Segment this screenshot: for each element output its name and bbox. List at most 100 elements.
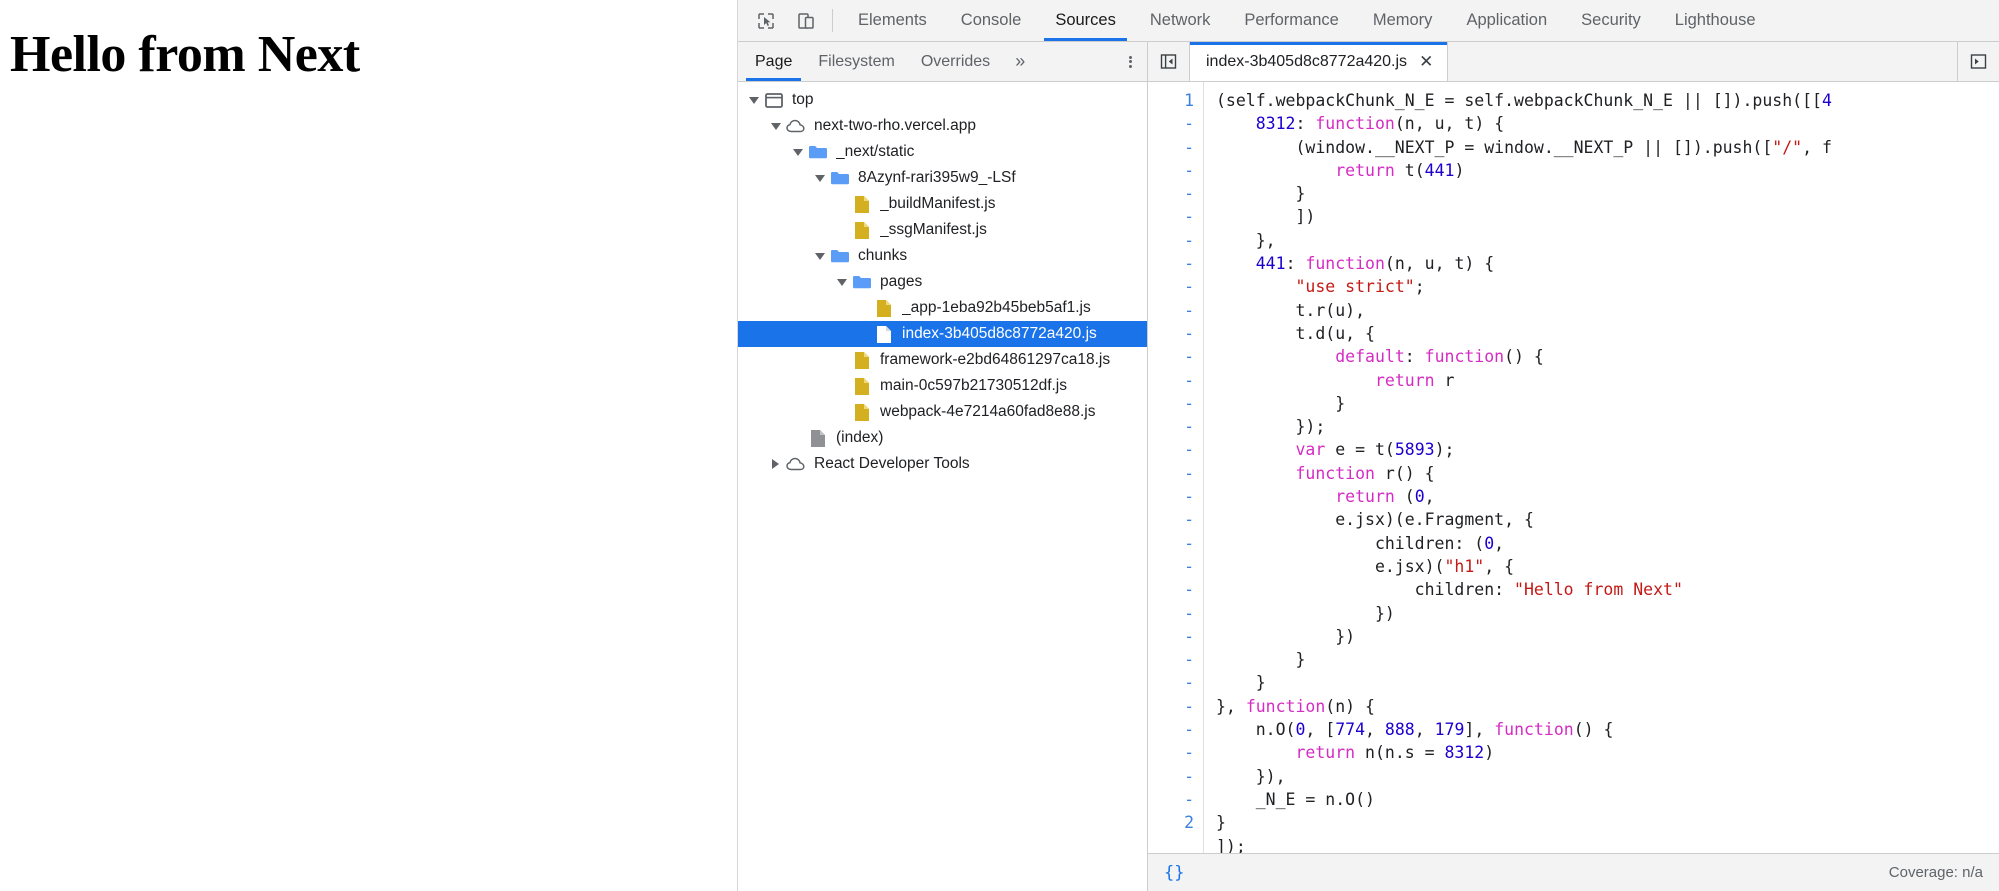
code-line[interactable]: children: "Hello from Next" [1216, 578, 1999, 601]
tab-security[interactable]: Security [1564, 0, 1658, 41]
device-toolbar-icon[interactable] [786, 0, 826, 41]
line-number[interactable]: - [1148, 602, 1194, 625]
code-line[interactable]: }) [1216, 625, 1999, 648]
tree-item[interactable]: framework-e2bd64861297ca18.js [738, 347, 1147, 373]
line-number[interactable]: - [1148, 695, 1194, 718]
chevron-down-icon[interactable] [768, 119, 783, 134]
tab-console[interactable]: Console [944, 0, 1039, 41]
code-line[interactable]: e.jsx)("h1", { [1216, 555, 1999, 578]
code-line[interactable]: return (0, [1216, 485, 1999, 508]
code-content[interactable]: (self.webpackChunk_N_E = self.webpackChu… [1204, 82, 1999, 853]
line-number[interactable]: - [1148, 718, 1194, 741]
code-line[interactable]: ]) [1216, 205, 1999, 228]
tree-item[interactable]: _next/static [738, 139, 1147, 165]
tab-elements[interactable]: Elements [841, 0, 944, 41]
line-number[interactable]: - [1148, 252, 1194, 275]
tree-item[interactable]: _buildManifest.js [738, 191, 1147, 217]
code-line[interactable]: }), [1216, 765, 1999, 788]
tree-item[interactable]: top [738, 87, 1147, 113]
code-line[interactable]: } [1216, 648, 1999, 671]
chevron-down-icon[interactable] [790, 145, 805, 160]
code-line[interactable]: }, [1216, 229, 1999, 252]
line-number[interactable]: - [1148, 625, 1194, 648]
line-number[interactable]: - [1148, 765, 1194, 788]
code-line[interactable]: ]); [1216, 835, 1999, 854]
code-line[interactable]: } [1216, 392, 1999, 415]
close-icon[interactable]: ✕ [1419, 53, 1433, 70]
line-number[interactable]: - [1148, 159, 1194, 182]
tree-item[interactable]: chunks [738, 243, 1147, 269]
line-number[interactable]: - [1148, 275, 1194, 298]
code-line[interactable]: return r [1216, 369, 1999, 392]
code-line[interactable]: var e = t(5893); [1216, 438, 1999, 461]
code-line[interactable]: }, function(n) { [1216, 695, 1999, 718]
code-line[interactable]: } [1216, 182, 1999, 205]
tree-item[interactable]: _app-1eba92b45beb5af1.js [738, 295, 1147, 321]
code-line[interactable]: } [1216, 811, 1999, 834]
more-options-icon[interactable] [1113, 42, 1147, 81]
chevron-down-icon[interactable] [746, 93, 761, 108]
line-number[interactable]: - [1148, 205, 1194, 228]
source-file-tab[interactable]: index-3b405d8c8772a420.js ✕ [1190, 42, 1448, 81]
tab-memory[interactable]: Memory [1356, 0, 1450, 41]
tree-item[interactable]: main-0c597b21730512df.js [738, 373, 1147, 399]
code-line[interactable]: 8312: function(n, u, t) { [1216, 112, 1999, 135]
code-line[interactable]: (self.webpackChunk_N_E = self.webpackChu… [1216, 89, 1999, 112]
chevron-down-icon[interactable] [812, 249, 827, 264]
tree-item[interactable]: (index) [738, 425, 1147, 451]
line-number[interactable]: 1 [1148, 89, 1194, 112]
tree-item[interactable]: webpack-4e7214a60fad8e88.js [738, 399, 1147, 425]
code-line[interactable]: default: function() { [1216, 345, 1999, 368]
line-number[interactable]: - [1148, 462, 1194, 485]
code-line[interactable]: return n(n.s = 8312) [1216, 741, 1999, 764]
tab-lighthouse[interactable]: Lighthouse [1658, 0, 1773, 41]
tree-item[interactable]: React Developer Tools [738, 451, 1147, 477]
pretty-print-button[interactable]: {} [1164, 863, 1184, 883]
tree-item[interactable]: _ssgManifest.js [738, 217, 1147, 243]
code-line[interactable]: t.r(u), [1216, 299, 1999, 322]
tab-sources[interactable]: Sources [1038, 0, 1133, 41]
line-number[interactable]: 2 [1148, 811, 1194, 834]
line-number[interactable]: - [1148, 648, 1194, 671]
code-line[interactable]: t.d(u, { [1216, 322, 1999, 345]
line-number[interactable]: - [1148, 741, 1194, 764]
chevron-down-icon[interactable] [812, 171, 827, 186]
tab-application[interactable]: Application [1449, 0, 1564, 41]
tree-item[interactable]: pages [738, 269, 1147, 295]
show-debugger-icon[interactable] [1957, 42, 1999, 81]
line-number[interactable]: - [1148, 392, 1194, 415]
code-line[interactable]: n.O(0, [774, 888, 179], function() { [1216, 718, 1999, 741]
tab-performance[interactable]: Performance [1227, 0, 1355, 41]
code-editor[interactable]: 1------------------------------2 (self.w… [1148, 82, 1999, 853]
line-number[interactable]: - [1148, 112, 1194, 135]
line-number[interactable]: - [1148, 415, 1194, 438]
code-line[interactable]: "use strict"; [1216, 275, 1999, 298]
code-line[interactable]: children: (0, [1216, 532, 1999, 555]
code-line[interactable]: } [1216, 671, 1999, 694]
line-number[interactable]: - [1148, 299, 1194, 322]
code-line[interactable]: (window.__NEXT_P = window.__NEXT_P || []… [1216, 136, 1999, 159]
line-number[interactable]: - [1148, 136, 1194, 159]
code-line[interactable]: return t(441) [1216, 159, 1999, 182]
nav-tab-page[interactable]: Page [742, 42, 805, 81]
chevron-down-icon[interactable] [834, 275, 849, 290]
line-number[interactable]: - [1148, 322, 1194, 345]
show-navigator-icon[interactable] [1148, 42, 1190, 81]
line-number[interactable]: - [1148, 555, 1194, 578]
nav-tab-filesystem[interactable]: Filesystem [805, 42, 907, 81]
code-line[interactable]: 441: function(n, u, t) { [1216, 252, 1999, 275]
tree-item[interactable]: index-3b405d8c8772a420.js [738, 321, 1147, 347]
code-line[interactable]: }); [1216, 415, 1999, 438]
line-number[interactable]: - [1148, 182, 1194, 205]
line-number[interactable]: - [1148, 788, 1194, 811]
code-line[interactable]: }) [1216, 602, 1999, 625]
tree-item[interactable]: 8Azynf-rari395w9_-LSf [738, 165, 1147, 191]
code-line[interactable]: function r() { [1216, 462, 1999, 485]
tree-item[interactable]: next-two-rho.vercel.app [738, 113, 1147, 139]
line-number[interactable]: - [1148, 229, 1194, 252]
inspect-element-icon[interactable] [746, 0, 786, 41]
tab-network[interactable]: Network [1133, 0, 1228, 41]
line-number[interactable]: - [1148, 438, 1194, 461]
code-line[interactable]: _N_E = n.O() [1216, 788, 1999, 811]
nav-tab-overrides[interactable]: Overrides [908, 42, 1003, 81]
